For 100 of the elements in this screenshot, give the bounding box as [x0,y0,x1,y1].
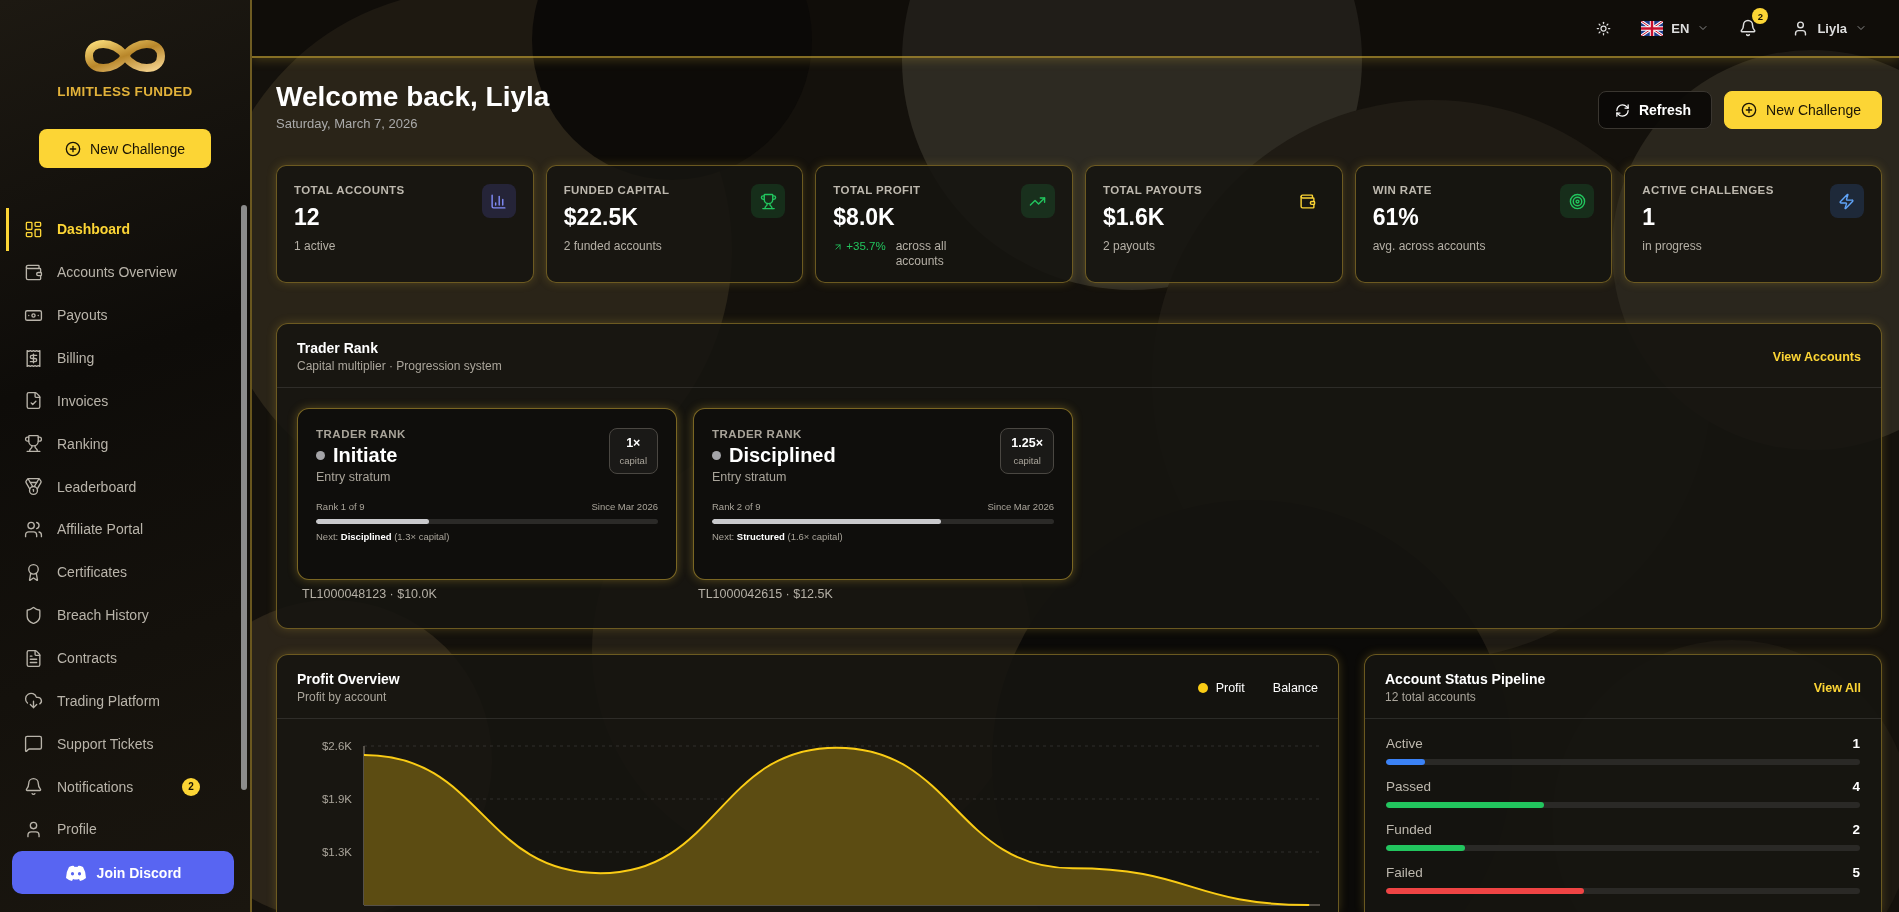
document-icon [24,648,43,668]
status-count: 2 [1852,822,1860,837]
chat-bubble-icon [24,734,43,754]
axis-label: $2.6K [321,740,352,752]
nav-item[interactable]: Certificates [6,550,250,594]
panel-subtitle: Profit by account [297,690,388,704]
view-accounts-link[interactable]: View Accounts [1772,349,1861,364]
nav-item[interactable]: Trading Platform [6,679,250,723]
panel-title: Account Status Pipeline [1385,671,1546,687]
rank-eyebrow: TRADER RANK [712,428,803,440]
nav-item[interactable]: Support Tickets [6,722,250,766]
wallet-icon [24,262,43,282]
rank-dot-icon [712,451,721,460]
status-label: Passed [1386,779,1432,794]
rank-name: Initiate [333,444,398,467]
nav-item[interactable]: Affiliate Portal [6,508,250,551]
status-label: Active [1386,736,1423,751]
stat-caption: in progress [1642,239,1703,254]
stat-label: TOTAL PROFIT [833,184,922,196]
rank-stratum: Entry stratum [712,470,788,484]
bell-icon [24,777,43,797]
date-text: Saturday, March 7, 2026 [276,116,419,131]
bar-chart-icon [490,192,508,210]
stat-value: 12 [294,204,321,231]
stat-caption: across all accounts [895,239,948,269]
cloud-download-icon [24,691,43,711]
scrollbar[interactable] [241,205,247,790]
panel-subtitle: 12 total accounts [1385,690,1477,704]
rank-stratum: Entry stratum [316,470,392,484]
stat-caption: 2 payouts [1103,239,1157,254]
bell-icon [1739,19,1758,37]
status-label: Funded [1386,822,1432,837]
nav-item[interactable]: Ranking [6,422,250,466]
stat-label: TOTAL PAYOUTS [1103,184,1204,196]
trophy-icon [24,434,43,454]
user-menu-button[interactable]: Liyla [1786,15,1873,41]
multiplier-unit: capital [619,455,647,466]
status-count: 5 [1852,865,1860,880]
panel-title: Profit Overview [297,671,400,687]
stat-label: TOTAL ACCOUNTS [294,184,406,196]
sun-icon [1596,20,1612,36]
status-count: 4 [1852,779,1860,794]
multiplier-value: 1.25× [1011,436,1043,450]
rank-eyebrow: TRADER RANK [316,428,407,440]
join-discord-button[interactable]: Join Discord [12,851,234,894]
panel-subtitle: Capital multiplier · Progression system [297,359,502,373]
rank-position: Rank 1 of 9 [316,501,365,512]
refresh-icon [1614,102,1630,118]
stat-value: $1.6K [1103,204,1166,231]
brand-name: LIMITLESS FUNDED [57,84,193,99]
nav-item[interactable]: Accounts Overview [6,250,250,294]
nav-item[interactable]: Contracts [6,636,250,680]
refresh-button[interactable]: Refresh [1597,91,1713,129]
wallet-icon [1299,192,1317,210]
nav-item[interactable]: Profile [6,808,250,851]
target-icon [1568,192,1586,210]
multiplier-unit: capital [1013,455,1041,466]
stat-value: 1 [1642,204,1657,231]
language-button[interactable]: EN [1635,16,1716,40]
count-badge: 2 [182,777,200,796]
user-icon [24,819,43,839]
legend-toggle[interactable]: Balance [1272,680,1318,695]
legend-toggle[interactable]: Profit [1197,680,1245,695]
nav-item[interactable]: Payouts [6,293,250,337]
change-indicator: +35.7% [833,239,886,254]
stat-caption: 2 funded accounts [563,239,663,254]
plus-circle-icon [1741,102,1758,118]
panel-title: Trader Rank [297,340,379,356]
rank-since: Since Mar 2026 [591,501,658,512]
new-challenge-button[interactable]: New Challenge [1724,91,1882,129]
receipt-icon [24,348,43,368]
stat-caption: avg. across accounts [1372,239,1487,254]
multiplier-value: 1× [626,436,641,450]
notifications-button[interactable]: 2 [1733,8,1769,41]
status-count: 1 [1852,736,1860,751]
document-check-icon [24,391,43,411]
nav-item[interactable]: Leaderboard [6,465,250,508]
stat-value: 61% [1372,204,1420,231]
stat-label: FUNDED CAPITAL [563,184,671,196]
rank-name: Disciplined [729,444,836,467]
medal-icon [24,477,43,497]
stat-label: ACTIVE CHALLENGES [1642,184,1775,196]
view-all-link[interactable]: View All [1813,680,1861,695]
lightning-icon [1838,192,1856,210]
next-rank-text: Next: Structured (1.6× capital) [712,531,844,542]
stat-value: $22.5K [563,204,639,231]
new-challenge-button[interactable]: New Challenge [39,129,211,168]
account-caption: TL1000042615 · $12.5K [697,587,834,601]
nav-item[interactable]: Billing [6,336,250,380]
next-rank-text: Next: Disciplined (1.3× capital) [316,531,451,542]
nav-item[interactable]: Breach History [6,593,250,637]
rank-dot-icon [316,451,325,460]
nav-item[interactable]: Invoices [6,379,250,423]
users-icon [24,519,43,539]
plus-circle-icon [65,140,81,157]
axis-label: $1.3K [321,846,352,858]
nav-item[interactable]: Notifications 2 [6,765,250,809]
status-label: Failed [1386,865,1423,880]
rank-since: Since Mar 2026 [987,501,1054,512]
axis-label: $1.9K [321,793,352,805]
